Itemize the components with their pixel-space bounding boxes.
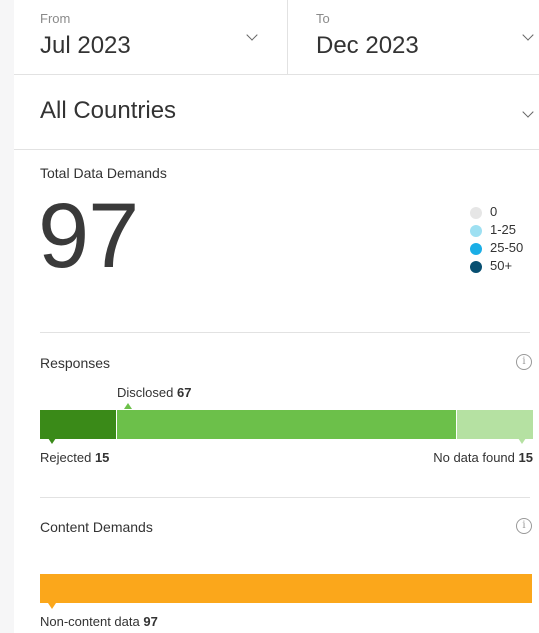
responses-bar-segment bbox=[456, 410, 533, 439]
disclosed-marker bbox=[124, 403, 132, 409]
country-dropdown[interactable]: All Countries bbox=[14, 75, 539, 150]
legend-swatch bbox=[470, 243, 482, 255]
legend-label: 0 bbox=[490, 204, 498, 219]
section-divider bbox=[40, 497, 530, 498]
total-title: Total Data Demands bbox=[40, 165, 167, 181]
section-divider bbox=[40, 332, 530, 333]
info-icon[interactable]: i bbox=[516, 354, 532, 370]
legend-swatch bbox=[470, 225, 482, 237]
responses-bar-segment bbox=[116, 410, 457, 439]
legend-label: 1-25 bbox=[490, 222, 517, 237]
rejected-marker bbox=[48, 438, 56, 444]
from-date-dropdown[interactable]: From Jul 2023 bbox=[14, 0, 288, 74]
country-value: All Countries bbox=[40, 97, 177, 124]
to-label: To bbox=[316, 11, 330, 26]
info-icon[interactable]: i bbox=[516, 518, 532, 534]
legend-swatch bbox=[470, 261, 482, 273]
chevron-down-icon bbox=[246, 29, 258, 41]
legend-label: 25-50 bbox=[490, 240, 524, 255]
legend-swatch bbox=[470, 207, 482, 219]
content-demands-title: Content Demands bbox=[40, 519, 153, 535]
data-demands-panel: From Jul 2023 To Dec 2023 All Countries … bbox=[14, 0, 539, 633]
responses-bar-segment bbox=[40, 410, 116, 439]
no-data-marker bbox=[518, 438, 526, 444]
to-value: Dec 2023 bbox=[316, 32, 419, 59]
no-data-label: No data found 15 bbox=[433, 450, 533, 465]
rejected-label: Rejected 15 bbox=[40, 450, 110, 465]
to-date-dropdown[interactable]: To Dec 2023 bbox=[288, 0, 539, 74]
from-label: From bbox=[40, 11, 71, 26]
non-content-marker bbox=[48, 603, 56, 609]
non-content-label: Non-content data 97 bbox=[40, 614, 158, 629]
content-bar-segment bbox=[40, 574, 532, 603]
date-range-selector: From Jul 2023 To Dec 2023 bbox=[14, 0, 539, 75]
responses-title: Responses bbox=[40, 355, 111, 371]
legend-label: 50+ bbox=[490, 258, 513, 273]
chevron-down-icon bbox=[522, 106, 534, 118]
from-value: Jul 2023 bbox=[40, 32, 131, 59]
total-value: 97 bbox=[38, 185, 139, 287]
left-gutter bbox=[0, 0, 14, 633]
disclosed-label: Disclosed 67 bbox=[117, 385, 192, 400]
chevron-down-icon bbox=[522, 29, 534, 41]
